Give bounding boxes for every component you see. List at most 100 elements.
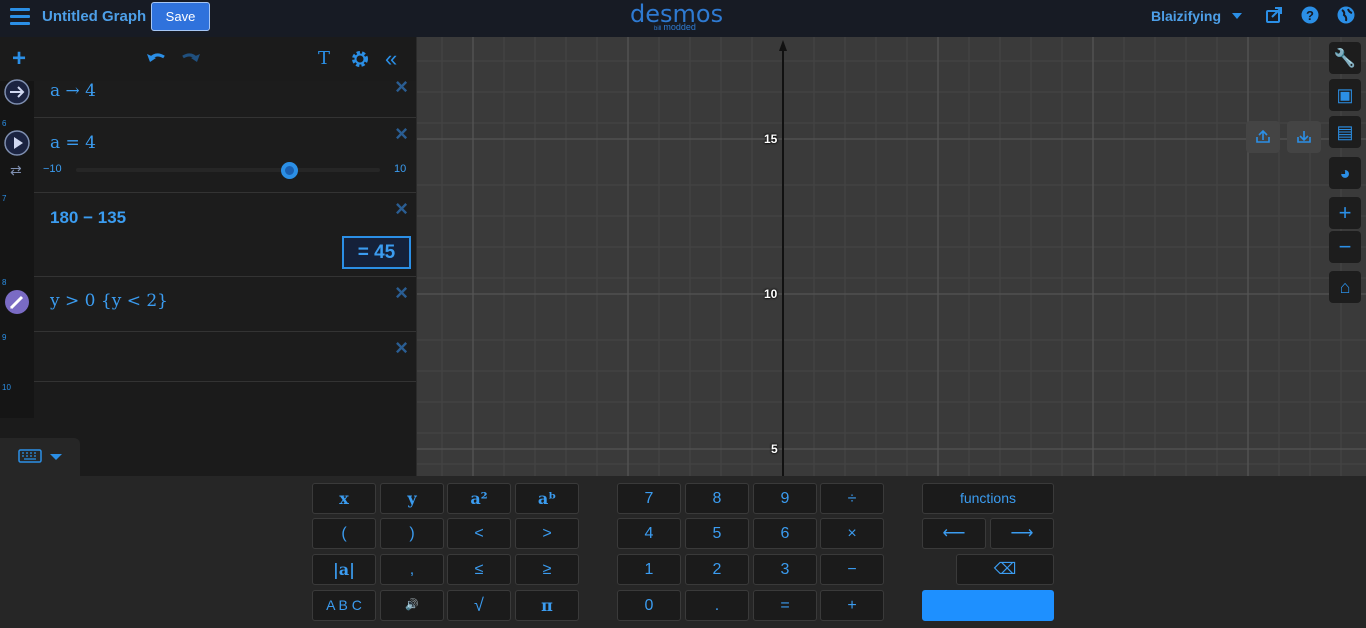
expression-row[interactable]: a = 4 × −10 10	[34, 118, 416, 193]
arrow-right-icon[interactable]	[4, 79, 30, 105]
close-icon[interactable]: ×	[395, 76, 408, 98]
text-format-icon[interactable]: T	[318, 49, 330, 69]
key-abs[interactable]: |a|	[312, 554, 376, 585]
expression-row[interactable]: ×	[34, 332, 416, 382]
key-y[interactable]: y	[380, 483, 444, 514]
y-tick-label: 5	[771, 442, 778, 456]
expression-text[interactable]: a = 4	[50, 133, 96, 153]
key-5[interactable]: 5	[685, 518, 749, 549]
key-decimal[interactable]: .	[685, 590, 749, 621]
pie-icon[interactable]: ◕	[1329, 157, 1361, 189]
expression-row[interactable]: 180 − 135 × = 45	[34, 193, 416, 277]
zoom-in-icon[interactable]: +	[1329, 197, 1361, 229]
key-less-than[interactable]: <	[447, 518, 511, 549]
keyboard-icon[interactable]	[18, 449, 42, 463]
play-icon[interactable]	[4, 130, 30, 156]
key-divide[interactable]: ÷	[820, 483, 884, 514]
expression-row[interactable]: a → 4 ×	[34, 76, 416, 118]
logo-subtitle-prefix: bill	[654, 26, 662, 32]
share-icon[interactable]	[1265, 6, 1283, 24]
key-3[interactable]: 3	[753, 554, 817, 585]
download-button[interactable]	[1287, 121, 1321, 153]
logo-subtitle: bill modded	[654, 22, 696, 32]
key-abc[interactable]: A B C	[312, 590, 376, 621]
zoom-out-icon[interactable]: −	[1329, 231, 1361, 263]
undo-icon[interactable]	[146, 51, 166, 65]
collapse-panel-icon[interactable]: «	[385, 48, 397, 70]
image-icon[interactable]: ▣	[1329, 79, 1361, 111]
gear-icon[interactable]	[351, 50, 369, 68]
chevron-down-icon[interactable]	[1232, 13, 1242, 19]
key-comma[interactable]: ,	[380, 554, 444, 585]
expression-toolbar: + T «	[0, 37, 416, 81]
key-greater-than[interactable]: >	[515, 518, 579, 549]
close-icon[interactable]: ×	[395, 198, 408, 220]
top-bar: Untitled Graph Save desmos bill modded Bl…	[0, 0, 1366, 37]
slider-track[interactable]	[76, 168, 380, 172]
close-icon[interactable]: ×	[395, 282, 408, 304]
expression-number: 9	[2, 333, 7, 342]
key-greater-equal[interactable]: ≥	[515, 554, 579, 585]
globe-icon[interactable]	[1337, 6, 1355, 24]
key-4[interactable]: 4	[617, 518, 681, 549]
slider-thumb[interactable]	[280, 162, 298, 179]
key-pi[interactable]: π	[515, 590, 579, 621]
functions-button[interactable]: functions	[922, 483, 1054, 514]
download-icon[interactable]	[1287, 121, 1321, 153]
loop-icon[interactable]: ⇄	[10, 162, 22, 179]
help-icon[interactable]: ?	[1301, 6, 1319, 24]
export-button[interactable]	[1246, 121, 1280, 153]
keypad: x y a² aᵇ ( ) < > |a| , ≤ ≥ A B C 🔊 √ π …	[0, 476, 1366, 628]
key-8[interactable]: 8	[685, 483, 749, 514]
close-icon[interactable]: ×	[395, 337, 408, 359]
evaluation-result[interactable]: = 45	[342, 236, 411, 269]
wrench-icon[interactable]: 🔧	[1329, 42, 1361, 74]
left-arrow-key[interactable]: ⟵	[922, 518, 986, 549]
key-sqrt[interactable]: √	[447, 590, 511, 621]
key-power[interactable]: aᵇ	[515, 483, 579, 514]
chevron-down-icon[interactable]	[50, 454, 62, 460]
key-2[interactable]: 2	[685, 554, 749, 585]
graph-canvas[interactable]: 15 10 5	[417, 37, 1366, 476]
redo-icon[interactable]	[181, 51, 201, 65]
keyboard-toggle[interactable]	[0, 438, 80, 476]
key-7[interactable]: 7	[617, 483, 681, 514]
key-open-paren[interactable]: (	[312, 518, 376, 549]
graph-title[interactable]: Untitled Graph	[42, 8, 146, 25]
key-close-paren[interactable]: )	[380, 518, 444, 549]
save-button[interactable]: Save	[151, 2, 210, 31]
enter-key[interactable]	[922, 590, 1054, 621]
key-multiply[interactable]: ×	[820, 518, 884, 549]
y-tick-label: 15	[764, 132, 778, 146]
expression-text[interactable]: a → 4	[50, 81, 96, 101]
color-pencil-icon[interactable]	[4, 289, 30, 315]
key-x[interactable]: x	[312, 483, 376, 514]
key-minus[interactable]: −	[820, 554, 884, 585]
slider-max[interactable]: 10	[394, 163, 406, 175]
close-icon[interactable]: ×	[395, 123, 408, 145]
key-6[interactable]: 6	[753, 518, 817, 549]
upload-icon[interactable]	[1246, 121, 1280, 153]
menu-icon[interactable]	[10, 8, 30, 26]
home-icon[interactable]: ⌂	[1329, 271, 1361, 303]
audio-icon[interactable]: 🔊	[380, 590, 444, 621]
film-icon[interactable]: ▤	[1329, 116, 1361, 148]
key-equals[interactable]: =	[753, 590, 817, 621]
key-0[interactable]: 0	[617, 590, 681, 621]
y-axis-arrow	[779, 40, 787, 51]
expression-text[interactable]: y > 0 {y < 2}	[50, 291, 168, 311]
slider-min[interactable]: −10	[43, 163, 62, 175]
add-expression-icon[interactable]: +	[12, 47, 26, 71]
backspace-key[interactable]: ⌫	[956, 554, 1054, 585]
key-plus[interactable]: +	[820, 590, 884, 621]
key-9[interactable]: 9	[753, 483, 817, 514]
logo-subtitle-text: modded	[663, 22, 696, 32]
expression-row[interactable]: y > 0 {y < 2} ×	[34, 277, 416, 332]
key-square[interactable]: a²	[447, 483, 511, 514]
right-arrow-key[interactable]: ⟶	[990, 518, 1054, 549]
svg-text:?: ?	[1306, 8, 1314, 23]
key-less-equal[interactable]: ≤	[447, 554, 511, 585]
key-1[interactable]: 1	[617, 554, 681, 585]
expression-text[interactable]: 180 − 135	[50, 208, 126, 228]
user-menu[interactable]: Blaizifying	[1151, 8, 1221, 24]
